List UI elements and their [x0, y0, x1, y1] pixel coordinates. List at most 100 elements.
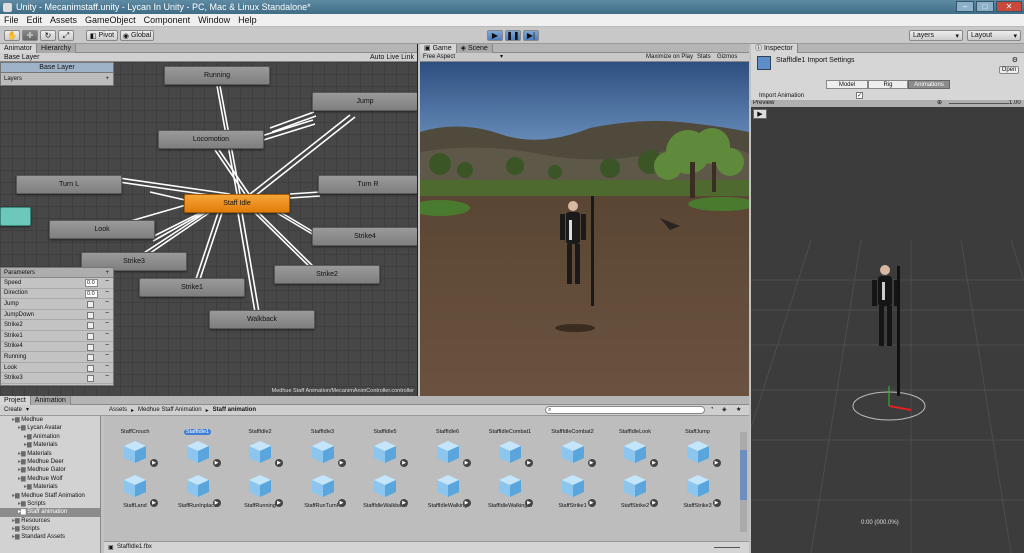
- layer-item[interactable]: Base Layer: [1, 63, 113, 73]
- parameter-bool-checkbox[interactable]: [87, 332, 94, 340]
- tab-project[interactable]: Project: [0, 396, 31, 405]
- asset-item[interactable]: StaffRunInplace ▶: [167, 469, 229, 509]
- expand-asset-icon[interactable]: ▶: [275, 499, 283, 507]
- asset-item[interactable]: StaffStrike3 ▶: [667, 469, 729, 509]
- step-button[interactable]: ▶|: [523, 30, 539, 41]
- state-turn-r[interactable]: Turn R: [318, 175, 417, 194]
- folder-tree-item[interactable]: ▸▆ Standard Assets: [0, 533, 100, 541]
- menu-window[interactable]: Window: [194, 15, 234, 25]
- expand-asset-icon[interactable]: ▶: [712, 499, 721, 507]
- asset-item[interactable]: StaffIdleWalking ▶: [417, 469, 479, 509]
- add-layer-icon[interactable]: +: [105, 73, 109, 85]
- expand-asset-icon[interactable]: ▶: [712, 459, 721, 467]
- close-button[interactable]: ✕: [996, 1, 1022, 12]
- asset-item[interactable]: StaffRunning ▶: [229, 469, 291, 509]
- global-toggle[interactable]: ◉ Global: [120, 30, 154, 41]
- folder-tree-item[interactable]: ▸▆ Medhue Deer: [0, 458, 100, 466]
- expand-asset-icon[interactable]: ▶: [275, 459, 283, 467]
- base-layer-tab[interactable]: Base Layer: [4, 54, 39, 61]
- expand-asset-icon[interactable]: ▶: [462, 499, 471, 507]
- animation-preview[interactable]: Preview ⊕ 1.00 ▶ 0:00 (000.0%): [751, 100, 1024, 553]
- remove-parameter-icon[interactable]: −: [105, 331, 109, 338]
- tab-animation[interactable]: Animation: [30, 396, 71, 405]
- parameter-row[interactable]: JumpDown −: [1, 310, 113, 321]
- scrollbar-thumb[interactable]: [740, 450, 747, 500]
- parameter-bool-checkbox[interactable]: [87, 301, 94, 309]
- remove-parameter-icon[interactable]: −: [105, 278, 109, 285]
- move-tool-button[interactable]: ✛: [22, 30, 38, 41]
- stats-toggle[interactable]: Stats: [697, 54, 711, 60]
- parameter-value-field[interactable]: 0.0: [85, 289, 98, 298]
- folder-tree-item[interactable]: ▸▆ Medhue: [0, 416, 100, 424]
- asset-item[interactable]: StaffStrike2 ▶: [604, 469, 666, 509]
- rotate-tool-button[interactable]: ↻: [40, 30, 56, 41]
- filter-by-label-icon[interactable]: ◈: [722, 406, 727, 413]
- asset-grid-scrollbar[interactable]: [740, 432, 747, 532]
- tab-hierarchy[interactable]: Hierarchy: [37, 44, 76, 53]
- minimize-button[interactable]: –: [956, 1, 974, 12]
- layout-dropdown[interactable]: Layout ▾: [967, 30, 1021, 41]
- asset-item[interactable]: StaffIdle3 ▶: [292, 429, 354, 467]
- parameter-value-field[interactable]: 0.0: [85, 279, 98, 287]
- tab-inspector[interactable]: ⓘ Inspector: [751, 44, 798, 53]
- tab-model[interactable]: Model: [826, 80, 868, 89]
- gizmos-toggle[interactable]: Gizmos: [717, 54, 737, 60]
- expand-asset-icon[interactable]: ▶: [400, 499, 408, 507]
- expand-asset-icon[interactable]: ▶: [212, 459, 221, 467]
- expand-asset-icon[interactable]: ▶: [337, 499, 346, 507]
- parameter-bool-checkbox[interactable]: [87, 364, 94, 372]
- asset-item[interactable]: StaffIdleCombat1 ▶: [479, 429, 541, 467]
- menu-component[interactable]: Component: [140, 15, 195, 25]
- folder-tree-item[interactable]: ▸▆ Materials: [0, 483, 100, 491]
- aspect-dropdown[interactable]: Free Aspect: [423, 54, 455, 60]
- parameter-bool-checkbox[interactable]: [87, 375, 94, 383]
- play-button[interactable]: ▶: [487, 30, 503, 41]
- folder-tree-item[interactable]: ▸▆ Materials: [0, 441, 100, 449]
- state-look[interactable]: Look: [49, 220, 155, 239]
- parameter-bool-checkbox[interactable]: [87, 354, 94, 362]
- folder-tree-item[interactable]: ▸▆ Medhue Wolf: [0, 475, 100, 483]
- asset-item[interactable]: StaffStrike1 ▶: [542, 469, 604, 509]
- parameter-bool-checkbox[interactable]: [87, 343, 94, 351]
- folder-tree-item[interactable]: ▸▆ Scripts: [0, 500, 100, 508]
- expand-asset-icon[interactable]: ▶: [587, 459, 596, 467]
- tab-animations[interactable]: Animations: [908, 80, 950, 89]
- asset-item[interactable]: StaffIdleCombat2 ▶: [542, 429, 604, 467]
- parameter-row[interactable]: Speed 0.0−: [1, 278, 113, 289]
- add-parameter-icon[interactable]: +: [105, 268, 109, 278]
- search-input[interactable]: ⌕: [545, 406, 705, 414]
- asset-item[interactable]: StaffIdle6 ▶: [417, 429, 479, 467]
- expand-asset-icon[interactable]: ▶: [337, 459, 346, 467]
- asset-item[interactable]: StaffIdle2 ▶: [229, 429, 291, 467]
- layers-dropdown[interactable]: Layers ▾: [909, 30, 963, 41]
- remove-parameter-icon[interactable]: −: [105, 363, 109, 370]
- expand-asset-icon[interactable]: ▶: [212, 499, 221, 507]
- tab-scene[interactable]: ◈ Scene: [456, 44, 493, 53]
- remove-parameter-icon[interactable]: −: [105, 320, 109, 327]
- folder-tree-item[interactable]: ▸▆ Scripts: [0, 525, 100, 533]
- expand-asset-icon[interactable]: ▶: [525, 499, 533, 507]
- state-entry-node[interactable]: [0, 207, 31, 226]
- state-strike1[interactable]: Strike1: [139, 278, 245, 297]
- breadcrumb-staff-animation[interactable]: Medhue Staff Animation: [138, 407, 202, 414]
- parameter-row[interactable]: Strike1 −: [1, 331, 113, 342]
- menu-edit[interactable]: Edit: [23, 15, 47, 25]
- asset-item[interactable]: StaffLand ▶: [104, 469, 166, 509]
- icon-size-slider[interactable]: [714, 547, 740, 548]
- asset-item[interactable]: StaffIdle5 ▶: [354, 429, 416, 467]
- import-animation-checkbox[interactable]: ✓: [856, 92, 863, 99]
- parameter-row[interactable]: Running −: [1, 352, 113, 363]
- filter-by-type-icon[interactable]: ◔: [710, 406, 714, 412]
- breadcrumb-current[interactable]: Staff animation: [213, 407, 256, 414]
- state-strike2[interactable]: Strike2: [274, 265, 380, 284]
- expand-asset-icon[interactable]: ▶: [525, 459, 533, 467]
- favorite-icon[interactable]: ★: [736, 406, 741, 413]
- expand-asset-icon[interactable]: ▶: [150, 459, 158, 467]
- state-jump[interactable]: Jump: [312, 92, 417, 111]
- tab-animator[interactable]: Animator: [0, 44, 38, 53]
- menu-file[interactable]: File: [0, 15, 23, 25]
- hand-tool-button[interactable]: ✋: [4, 30, 20, 41]
- scale-tool-button[interactable]: ⤢: [58, 30, 74, 41]
- expand-asset-icon[interactable]: ▶: [462, 459, 471, 467]
- state-turn-l[interactable]: Turn L: [16, 175, 122, 194]
